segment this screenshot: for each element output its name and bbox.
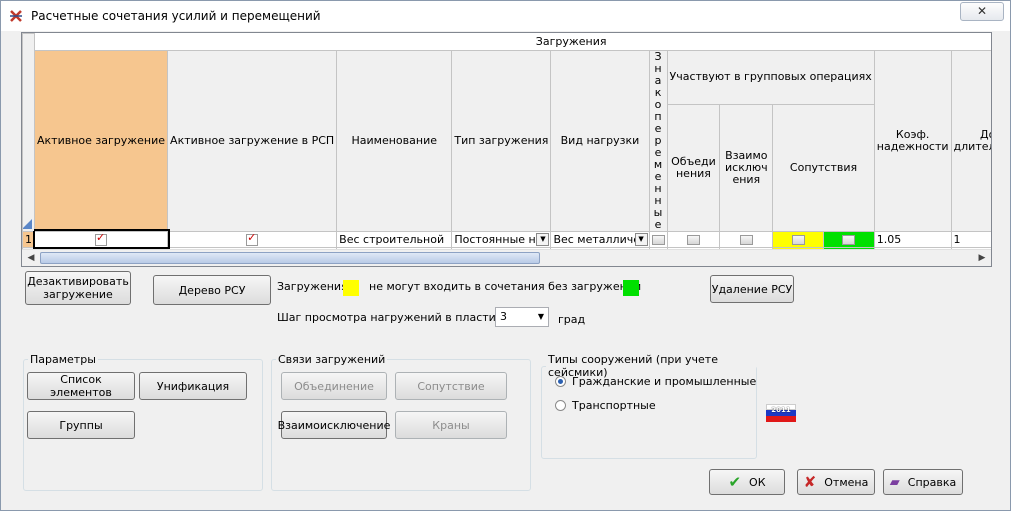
col-accompany[interactable]: Сопутствия [772,104,875,232]
close-icon: ✘ [803,472,817,491]
close-icon: ✕ [976,4,988,18]
col-name[interactable]: Наименование [336,49,453,232]
cell-mutual-excl[interactable] [719,230,774,248]
cell-name[interactable]: Вес строительной [336,230,453,248]
radio-transport-label: Транспортные [572,399,656,412]
scroll-left-icon[interactable]: ◀ [24,252,38,264]
cell-active-checkbox[interactable] [95,232,108,246]
cell-accompany-green-checkbox[interactable] [842,267,855,268]
rsu-dialog: Расчетные сочетания усилий и перемещений… [0,0,1011,511]
groups-button[interactable]: Группы [27,411,135,439]
book-icon: ▰ [889,474,900,490]
ok-button[interactable]: ✔ ОК [709,469,785,495]
col-active[interactable]: Активное загружение [33,49,169,232]
russia-flag-icon: 2011 [766,404,796,422]
chevron-down-icon: ▼ [537,312,544,321]
cell-load-kind[interactable]: Вес металличес▼ [550,230,650,248]
col-union[interactable]: Объединения [666,104,721,232]
step-value: 3 [500,310,507,323]
col-reliability[interactable]: Коэф. надежности [873,49,952,232]
ok-label: ОК [749,475,766,489]
window-title: Расчетные сочетания усилий и перемещений [31,9,321,23]
unification-button[interactable]: Унификация [139,372,247,400]
rsu-tree-button[interactable]: Дерево РСУ [153,275,271,305]
col-sign-alt[interactable]: Знакопеременные [648,49,668,232]
cell-accompany-yellow-checkbox[interactable] [792,267,805,268]
group-header: Загружения [34,33,991,50]
close-button[interactable]: ✕ [960,2,1004,21]
row-number[interactable]: 1 [22,230,35,248]
cell-mutual-excl-checkbox[interactable] [739,234,753,245]
cell-sign-alt-checkbox[interactable] [652,267,665,268]
cell-union-checkbox[interactable] [686,234,700,245]
help-button[interactable]: ▰ Справка [883,469,963,495]
cell-load-type[interactable]: Постоянные на▼ [451,230,552,248]
step-unit: град [558,313,586,326]
chevron-down-icon[interactable]: ▼ [634,232,648,246]
col-duration[interactable]: Доля длительности [950,49,991,232]
params-title: Параметры [30,353,96,366]
radio-civil-icon[interactable] [555,376,566,387]
cell-accompany-yellow[interactable] [772,230,825,248]
cell-accompany-yellow-checkbox[interactable] [791,234,805,245]
loads-table: Загружения Активное загружение Активное … [22,33,991,268]
help-label: Справка [907,475,957,489]
cancel-button[interactable]: ✘ Отмена [797,469,875,495]
mutual-excl-button[interactable]: Взаимоисключение [278,411,390,439]
deactivate-button[interactable]: Дезактивировать загружение [25,271,131,305]
table-row[interactable]: 1 Вес строительнойПостоянные на▼Вес метал… [22,229,991,249]
col-load-kind[interactable]: Вид нагрузки [550,49,650,232]
legend-text: не могут входить в сочетания без загруже… [369,280,642,293]
cell-sign-alt-checkbox[interactable] [651,234,665,245]
radio-transport[interactable]: Транспортные [555,399,656,412]
loads-grid: Загружения Активное загружение Активное … [21,32,992,267]
cell-union-checkbox[interactable] [687,267,700,268]
radio-civil-label: Гражданские и промышленные [572,375,757,388]
radio-civil[interactable]: Гражданские и промышленные [555,375,756,388]
col-load-type[interactable]: Тип загружения [451,49,552,232]
legend-prefix: Загружения [277,280,348,293]
check-icon: ✔ [728,472,742,491]
grid-corner[interactable] [22,33,35,232]
step-select[interactable]: 3 ▼ [495,307,549,327]
cell-sign-alt[interactable] [648,230,668,248]
col-group-ops: Участвуют в групповых операциях [666,49,875,106]
cell-active-rsp[interactable] [167,230,338,248]
scroll-thumb[interactable] [40,252,540,264]
col-active-rsp[interactable]: Активное загружение в РСП [167,49,338,232]
scroll-right-icon[interactable]: ▶ [975,252,989,264]
green-swatch [623,280,639,296]
cancel-label: Отмена [824,475,869,489]
yellow-swatch [343,280,359,296]
cell-union[interactable] [666,230,721,248]
cell-duration[interactable]: 1 [950,230,991,248]
chevron-down-icon[interactable]: ▼ [536,232,550,246]
cell-reliability[interactable]: 1.05 [873,230,952,248]
union-button[interactable]: Объединение [281,372,387,400]
radio-transport-icon[interactable] [555,400,566,411]
delete-rsu-button[interactable]: Удаление РСУ [710,275,794,303]
app-icon [10,10,22,22]
cell-accompany-green-checkbox[interactable] [842,234,856,245]
cell-active-rsp-checkbox[interactable] [246,232,259,246]
title-bar: Расчетные сочетания усилий и перемещений… [1,1,1010,31]
links-title: Связи загружений [278,353,386,366]
accompany-button[interactable]: Сопутствие [395,372,507,400]
col-mutual-excl[interactable]: Взаимоисключения [719,104,774,232]
cranes-button[interactable]: Краны [395,411,507,439]
cell-active[interactable] [32,229,170,249]
element-list-button[interactable]: Список элементов [27,372,135,400]
horizontal-scrollbar[interactable]: ◀ ▶ [22,249,991,266]
cell-accompany-green[interactable] [823,230,875,248]
step-label: Шаг просмотра нагружений в пластинах [277,311,517,324]
